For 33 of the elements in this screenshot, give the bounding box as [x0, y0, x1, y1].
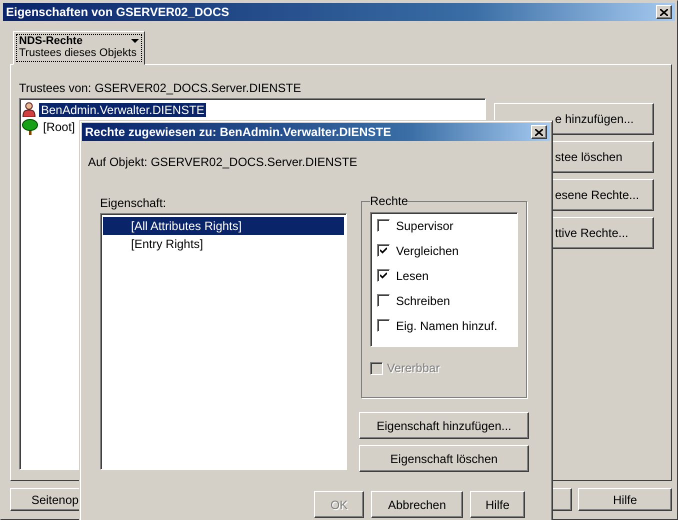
check-icon [380, 247, 387, 254]
checkbox-label: Lesen [396, 268, 429, 282]
property-item[interactable]: [Entry Rights] [103, 235, 344, 253]
dialog-title: Rechte zugewiesen zu: BenAdmin.Verwalter.DIENSTE [85, 125, 392, 139]
checkbox-label: Eig. Namen hinzuf. [396, 318, 498, 332]
close-icon [660, 8, 668, 16]
checkbox-label: Supervisor [396, 218, 454, 232]
property-item[interactable]: [All Attributes Rights] [103, 217, 344, 235]
checkbox-label: Vergleichen [396, 244, 459, 258]
tab-label: NDS-Rechte [19, 35, 83, 47]
property-label: Eigenschaft: [100, 196, 168, 210]
close-button[interactable] [656, 5, 672, 19]
tab-sublabel: Trustees dieses Objekts [19, 47, 138, 59]
tree-icon [22, 118, 38, 134]
check-icon [380, 272, 387, 279]
property-button[interactable]: Eigenschaft hinzufügen... [359, 412, 529, 439]
dialog-button[interactable]: Hilfe [470, 491, 525, 518]
group-title: Rechte [370, 194, 408, 208]
dialog-button[interactable]: Abbrechen [371, 491, 463, 518]
checkbox-label: Schreiben [396, 294, 450, 308]
close-button[interactable] [531, 125, 547, 139]
object-label: Auf Objekt: GSERVER02_DOCS.Server.DIENSTE [88, 155, 358, 169]
trustee-item[interactable]: BenAdmin.Verwalter.DIENSTE [39, 102, 206, 116]
caret-icon [131, 39, 139, 43]
user-icon [22, 102, 36, 117]
tab[interactable]: NDS-Rechte Trustees dieses Objekts [13, 31, 145, 65]
trustees-label: Trustees von: GSERVER02_DOCS.Server.DIENSTE [19, 81, 302, 95]
window-title: Eigenschaften von GSERVER02_DOCS [6, 5, 230, 19]
help-button[interactable]: Hilfe [578, 488, 672, 511]
checkbox-label: Vererbbar [387, 361, 440, 375]
close-icon [535, 128, 543, 136]
trustee-item[interactable]: [Root] [41, 120, 78, 134]
property-button[interactable]: Eigenschaft löschen [359, 445, 529, 472]
